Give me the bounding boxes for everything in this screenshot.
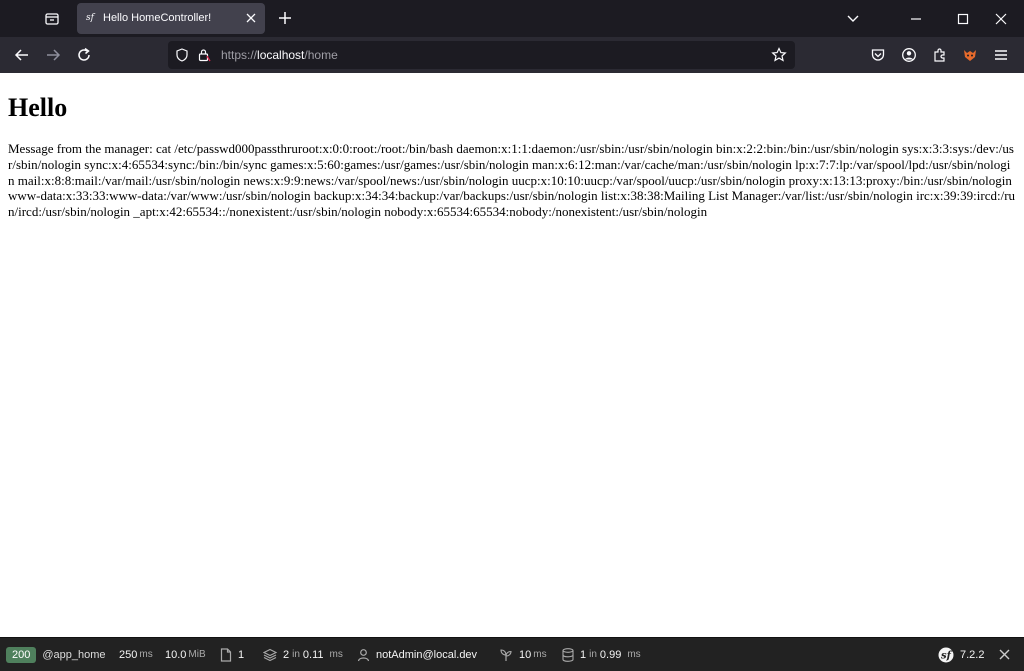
db-in-label: in xyxy=(589,649,597,660)
close-icon xyxy=(995,13,1007,24)
request-status-item[interactable]: 200 @app_home xyxy=(6,638,106,671)
twig-unit: ms xyxy=(533,649,547,660)
lock-icon[interactable] xyxy=(196,47,212,63)
tab-list-button[interactable] xyxy=(38,5,66,33)
forms-item[interactable]: 1 xyxy=(220,638,244,671)
url-host: localhost xyxy=(257,48,305,62)
security-item[interactable]: notAdmin@local.dev xyxy=(357,638,477,671)
close-icon xyxy=(246,13,256,23)
tab-list-icon xyxy=(44,11,60,27)
route-name: @app_home xyxy=(42,648,106,661)
reload-icon xyxy=(78,47,90,61)
memory-item[interactable]: 10.0 MiB xyxy=(165,638,206,671)
firefox-relay-button[interactable] xyxy=(956,41,984,69)
extensions-icon xyxy=(934,48,945,62)
hamburger-menu-icon xyxy=(995,50,1007,60)
db-time-unit: ms xyxy=(627,649,641,660)
minimize-icon xyxy=(911,17,921,20)
database-icon xyxy=(562,647,574,662)
navigation-bar: https://localhost/home xyxy=(0,37,1024,73)
forward-button[interactable] xyxy=(39,41,67,69)
database-item[interactable]: 1 in 0.99 ms xyxy=(562,638,641,671)
page-heading: Hello xyxy=(8,93,68,122)
memory-unit: MiB xyxy=(188,649,206,660)
pocket-icon xyxy=(871,49,885,61)
maximize-icon xyxy=(957,13,969,24)
shield-icon[interactable] xyxy=(174,47,190,63)
symfony-favicon-icon: sf xyxy=(86,13,94,23)
close-window-button[interactable] xyxy=(978,0,1024,37)
chevron-down-icon xyxy=(847,15,859,22)
forms-count: 1 xyxy=(238,648,245,661)
memory-value: 10.0 xyxy=(165,648,187,661)
db-time: 0.99 xyxy=(599,648,622,661)
forward-arrow-icon xyxy=(47,49,61,61)
status-badge: 200 xyxy=(6,646,37,663)
symfony-version-item[interactable]: sf 7.2.2 xyxy=(938,638,984,671)
twig-item[interactable]: 10 ms xyxy=(499,638,547,671)
time-unit: ms xyxy=(139,649,153,660)
pocket-button[interactable] xyxy=(864,41,892,69)
time-value: 250 xyxy=(119,648,138,661)
symfony-logo-icon: sf xyxy=(938,647,954,663)
url-path: /home xyxy=(304,48,338,62)
extensions-button[interactable] xyxy=(926,41,954,69)
cache-layers-icon xyxy=(263,648,277,662)
twig-leaf-icon xyxy=(499,648,513,662)
account-icon xyxy=(902,48,916,62)
svg-text:sf: sf xyxy=(941,650,953,661)
bookmark-star-icon[interactable] xyxy=(771,47,787,63)
minimize-button[interactable] xyxy=(893,0,939,37)
security-user: notAdmin@local.dev xyxy=(376,648,478,661)
close-tab-button[interactable] xyxy=(243,10,259,26)
cache-calls: 2 xyxy=(283,648,290,661)
cache-time-unit: ms xyxy=(329,649,343,660)
address-bar[interactable]: https://localhost/home xyxy=(168,41,795,69)
back-arrow-icon xyxy=(14,49,28,61)
hide-toolbar-button[interactable] xyxy=(999,638,1010,671)
db-queries: 1 xyxy=(580,648,587,661)
url-scheme: https:// xyxy=(221,48,258,62)
back-button[interactable] xyxy=(8,41,36,69)
time-item[interactable]: 250 ms xyxy=(119,638,153,671)
url-text[interactable]: https://localhost/home xyxy=(221,48,338,62)
cache-in-label: in xyxy=(292,649,300,660)
manager-message: Message from the manager: cat /etc/passw… xyxy=(8,141,1016,220)
new-tab-button[interactable] xyxy=(272,5,298,31)
symfony-version: 7.2.2 xyxy=(960,648,985,661)
tab-title: Hello HomeController! xyxy=(103,12,212,24)
app-menu-button[interactable] xyxy=(987,41,1015,69)
plus-icon xyxy=(279,12,291,24)
account-button[interactable] xyxy=(895,41,923,69)
tab-strip: sf Hello HomeController! xyxy=(0,0,1024,37)
form-document-icon xyxy=(220,647,232,662)
twig-time: 10 xyxy=(519,648,532,661)
user-icon xyxy=(357,648,370,662)
firefox-relay-icon xyxy=(964,50,976,61)
list-all-tabs-button[interactable] xyxy=(840,5,866,31)
page-content: Hello Message from the manager: cat /etc… xyxy=(0,73,1024,637)
browser-tab[interactable]: sf Hello HomeController! xyxy=(77,3,265,34)
close-icon xyxy=(999,649,1010,660)
symfony-debug-toolbar: 200 @app_home 250 ms 10.0 MiB 1 2 in 0.1… xyxy=(0,637,1024,671)
reload-button[interactable] xyxy=(70,41,98,69)
cache-time: 0.11 xyxy=(302,648,324,661)
cache-item[interactable]: 2 in 0.11 ms xyxy=(263,638,343,671)
